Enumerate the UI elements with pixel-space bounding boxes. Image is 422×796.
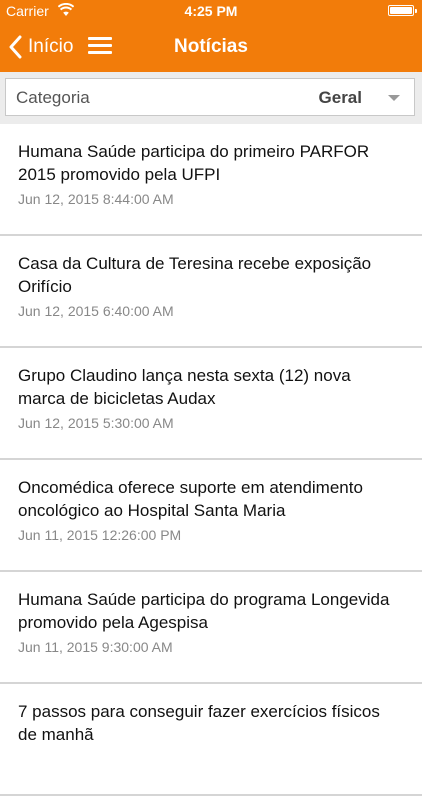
- news-date: Jun 11, 2015 9:30:00 AM: [18, 639, 173, 655]
- news-date: Jun 11, 2015 12:26:00 PM: [18, 527, 182, 543]
- category-label: Categoria: [16, 88, 90, 107]
- news-headline: Grupo Claudino lança nesta sexta (12) no…: [18, 366, 351, 408]
- news-date: Jun 12, 2015 6:40:00 AM: [18, 303, 174, 319]
- back-label: Início: [28, 36, 74, 57]
- top-bar: Carrier 4:25 PM Início Notícias: [0, 0, 422, 72]
- news-date: Jun 12, 2015 8:44:00 AM: [18, 191, 174, 207]
- news-headline: 7 passos para conseguir fazer exercícios…: [18, 702, 380, 744]
- hamburger-menu-icon[interactable]: [88, 36, 112, 56]
- news-item[interactable]: Humana Saúde participa do primeiro PARFO…: [0, 124, 422, 236]
- news-item[interactable]: Humana Saúde participa do programa Longe…: [0, 572, 422, 684]
- status-time: 4:25 PM: [184, 3, 238, 19]
- news-date: Jun 12, 2015 5:30:00 AM: [18, 415, 174, 431]
- news-headline: Oncomédica oferece suporte em atendiment…: [18, 478, 363, 520]
- category-value: Geral: [318, 88, 362, 107]
- category-select[interactable]: Categoria Geral: [5, 78, 415, 116]
- category-bar: Categoria Geral: [0, 72, 422, 124]
- news-headline: Humana Saúde participa do primeiro PARFO…: [18, 142, 370, 184]
- news-list: Humana Saúde participa do primeiro PARFO…: [0, 124, 422, 796]
- news-item[interactable]: Oncomédica oferece suporte em atendiment…: [0, 460, 422, 572]
- news-headline: Humana Saúde participa do programa Longe…: [18, 590, 390, 632]
- chevron-left-icon: [9, 35, 22, 59]
- back-button[interactable]: Início: [8, 34, 73, 60]
- news-item[interactable]: 7 passos para conseguir fazer exercícios…: [0, 684, 422, 796]
- news-item[interactable]: Casa da Cultura de Teresina recebe expos…: [0, 236, 422, 348]
- news-headline: Casa da Cultura de Teresina recebe expos…: [18, 254, 372, 296]
- battery-icon: [388, 5, 417, 16]
- navigation-bar: Início Notícias: [0, 22, 422, 72]
- caret-down-icon: [388, 95, 400, 101]
- news-item[interactable]: Grupo Claudino lança nesta sexta (12) no…: [0, 348, 422, 460]
- status-bar: Carrier 4:25 PM: [0, 0, 422, 22]
